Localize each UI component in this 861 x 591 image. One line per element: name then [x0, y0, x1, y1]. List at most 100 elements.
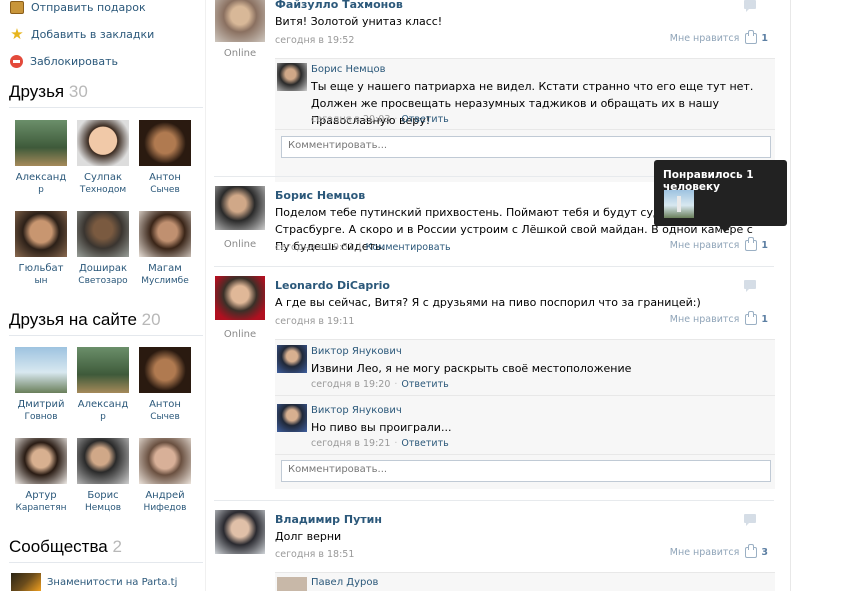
- friend-photo[interactable]: [15, 438, 67, 484]
- friend-photo[interactable]: [139, 438, 191, 484]
- friend-photo[interactable]: [139, 120, 191, 166]
- friend-photo[interactable]: [139, 347, 191, 393]
- reply-text: Извини Лео, я не могу раскрыть своё мест…: [311, 362, 632, 375]
- friends-online-section-title[interactable]: Друзья на сайте 20: [9, 310, 161, 330]
- like-count: 1: [761, 33, 768, 44]
- reply-avatar[interactable]: [277, 577, 307, 591]
- comment-input[interactable]: Комментировать...: [281, 136, 771, 158]
- comment-link[interactable]: Комментировать: [366, 242, 451, 253]
- divider: [9, 335, 203, 336]
- add-bookmark-link[interactable]: ★ Добавить в закладки: [10, 25, 154, 43]
- block-user-label: Заблокировать: [30, 54, 118, 68]
- comment-icon[interactable]: [744, 0, 756, 12]
- thumbs-up-icon: [745, 311, 758, 325]
- online-status: Online: [223, 329, 257, 340]
- comment-icon[interactable]: [744, 280, 756, 292]
- left-sidebar: Отправить подарок ★ Добавить в закладки …: [0, 0, 205, 591]
- post-time[interactable]: сегодня в 18:51: [275, 549, 354, 560]
- post-avatar[interactable]: [215, 276, 265, 320]
- friend-photo[interactable]: [77, 211, 129, 257]
- post-author[interactable]: Борис Немцов: [275, 189, 365, 202]
- online-status: Online: [223, 239, 257, 250]
- post-time[interactable]: сегодня в 19:51: [275, 242, 354, 253]
- community-item[interactable]: Знаменитости на Parta.tj: [11, 573, 177, 591]
- gift-icon: [10, 0, 24, 14]
- post-avatar[interactable]: [215, 186, 265, 230]
- reply-avatar[interactable]: [277, 345, 307, 373]
- divider: [275, 454, 775, 455]
- friend-photo[interactable]: [77, 438, 129, 484]
- divider: [9, 562, 203, 563]
- block-user-link[interactable]: Заблокировать: [10, 52, 118, 70]
- divider: [275, 395, 775, 396]
- comment-icon[interactable]: [744, 514, 756, 526]
- wall: Online Файзулло Тахмонов Витя! Золотой у…: [205, 0, 790, 591]
- friend-card[interactable]: Артур Карапетян: [9, 438, 73, 514]
- reply-text: Но пиво вы проиграли...: [311, 421, 452, 434]
- post-divider: [214, 500, 774, 501]
- like-button[interactable]: Мне нравится 3: [670, 544, 768, 558]
- reply-author[interactable]: Борис Немцов: [311, 64, 386, 75]
- post-time[interactable]: сегодня в 19:52: [275, 35, 354, 46]
- send-gift-link[interactable]: Отправить подарок: [10, 0, 146, 16]
- post-avatar[interactable]: [215, 510, 265, 554]
- post-time[interactable]: сегодня в 19:11: [275, 316, 354, 327]
- like-button[interactable]: Мне нравится 1: [670, 237, 768, 251]
- friend-card[interactable]: Андрей Нифедов: [133, 438, 197, 514]
- friend-card[interactable]: Дмитрий Говнов: [9, 347, 73, 423]
- post-author[interactable]: Leonardo DiCaprio: [275, 279, 390, 292]
- like-button[interactable]: Мне нравится 1: [670, 30, 768, 44]
- friend-photo[interactable]: [139, 211, 191, 257]
- tooltip-arrow: [719, 226, 731, 232]
- comment-input[interactable]: Комментировать...: [281, 460, 771, 482]
- friend-card[interactable]: Антон Сычев: [133, 120, 197, 196]
- friend-photo[interactable]: [77, 347, 129, 393]
- online-status: Online: [223, 48, 257, 59]
- post-meta: сегодня в 19:51 | Комментировать: [275, 242, 451, 253]
- friend-photo[interactable]: [15, 120, 67, 166]
- friend-card[interactable]: Сулпак Технодом: [71, 120, 135, 196]
- friend-card[interactable]: Доширак Светозаро: [71, 211, 135, 287]
- friend-card[interactable]: Гюльбат ын: [9, 211, 73, 287]
- thumbs-up-icon: [745, 30, 758, 44]
- reply-button[interactable]: Ответить: [401, 438, 448, 449]
- post-author[interactable]: Владимир Путин: [275, 513, 382, 526]
- post-author[interactable]: Файзулло Тахмонов: [275, 0, 403, 11]
- send-gift-label: Отправить подарок: [31, 0, 146, 14]
- friend-photo[interactable]: [15, 211, 67, 257]
- divider: [275, 572, 775, 573]
- reply-avatar[interactable]: [277, 63, 307, 91]
- reply-time[interactable]: сегодня в 19:20: [311, 379, 390, 390]
- reply-author[interactable]: Виктор Янукович: [311, 405, 402, 416]
- divider: [275, 129, 775, 130]
- liker-avatar[interactable]: [664, 190, 694, 218]
- reply-time[interactable]: сегодня в 19:21: [311, 438, 390, 449]
- friend-card[interactable]: Магам Муслимбе: [133, 211, 197, 287]
- friends-count: 30: [68, 82, 88, 101]
- replies-block: Виктор Янукович Извини Лео, я не могу ра…: [275, 339, 775, 489]
- like-button[interactable]: Мне нравится 1: [670, 311, 768, 325]
- reply-meta: сегодня в 19:21 · Ответить: [311, 438, 449, 449]
- reply-author[interactable]: Павел Дуров: [311, 577, 378, 588]
- add-bookmark-label: Добавить в закладки: [31, 27, 155, 41]
- community-name: Знаменитости на Parta.tj: [47, 576, 178, 588]
- friend-card[interactable]: Александ р: [9, 120, 73, 196]
- reply-author[interactable]: Виктор Янукович: [311, 346, 402, 357]
- reply-avatar[interactable]: [277, 404, 307, 432]
- divider: [9, 107, 203, 108]
- friend-photo[interactable]: [15, 347, 67, 393]
- post-text: Долг верни: [275, 530, 342, 543]
- communities-section-title[interactable]: Сообщества 2: [9, 537, 122, 557]
- divider: [275, 339, 775, 340]
- community-photo: [11, 573, 41, 591]
- reply-button[interactable]: Ответить: [401, 379, 448, 390]
- reply-time[interactable]: сегодня в 20:03: [311, 114, 390, 125]
- post-text: А где вы сейчас, Витя? Я с друзьями на п…: [275, 296, 701, 309]
- friend-card[interactable]: Антон Сычев: [133, 347, 197, 423]
- post-avatar[interactable]: [215, 0, 265, 42]
- friends-section-title[interactable]: Друзья 30: [9, 82, 88, 102]
- reply-button[interactable]: Ответить: [401, 114, 448, 125]
- friend-card[interactable]: Александ р: [71, 347, 135, 423]
- friend-card[interactable]: Борис Немцов: [71, 438, 135, 514]
- friend-photo[interactable]: [77, 120, 129, 166]
